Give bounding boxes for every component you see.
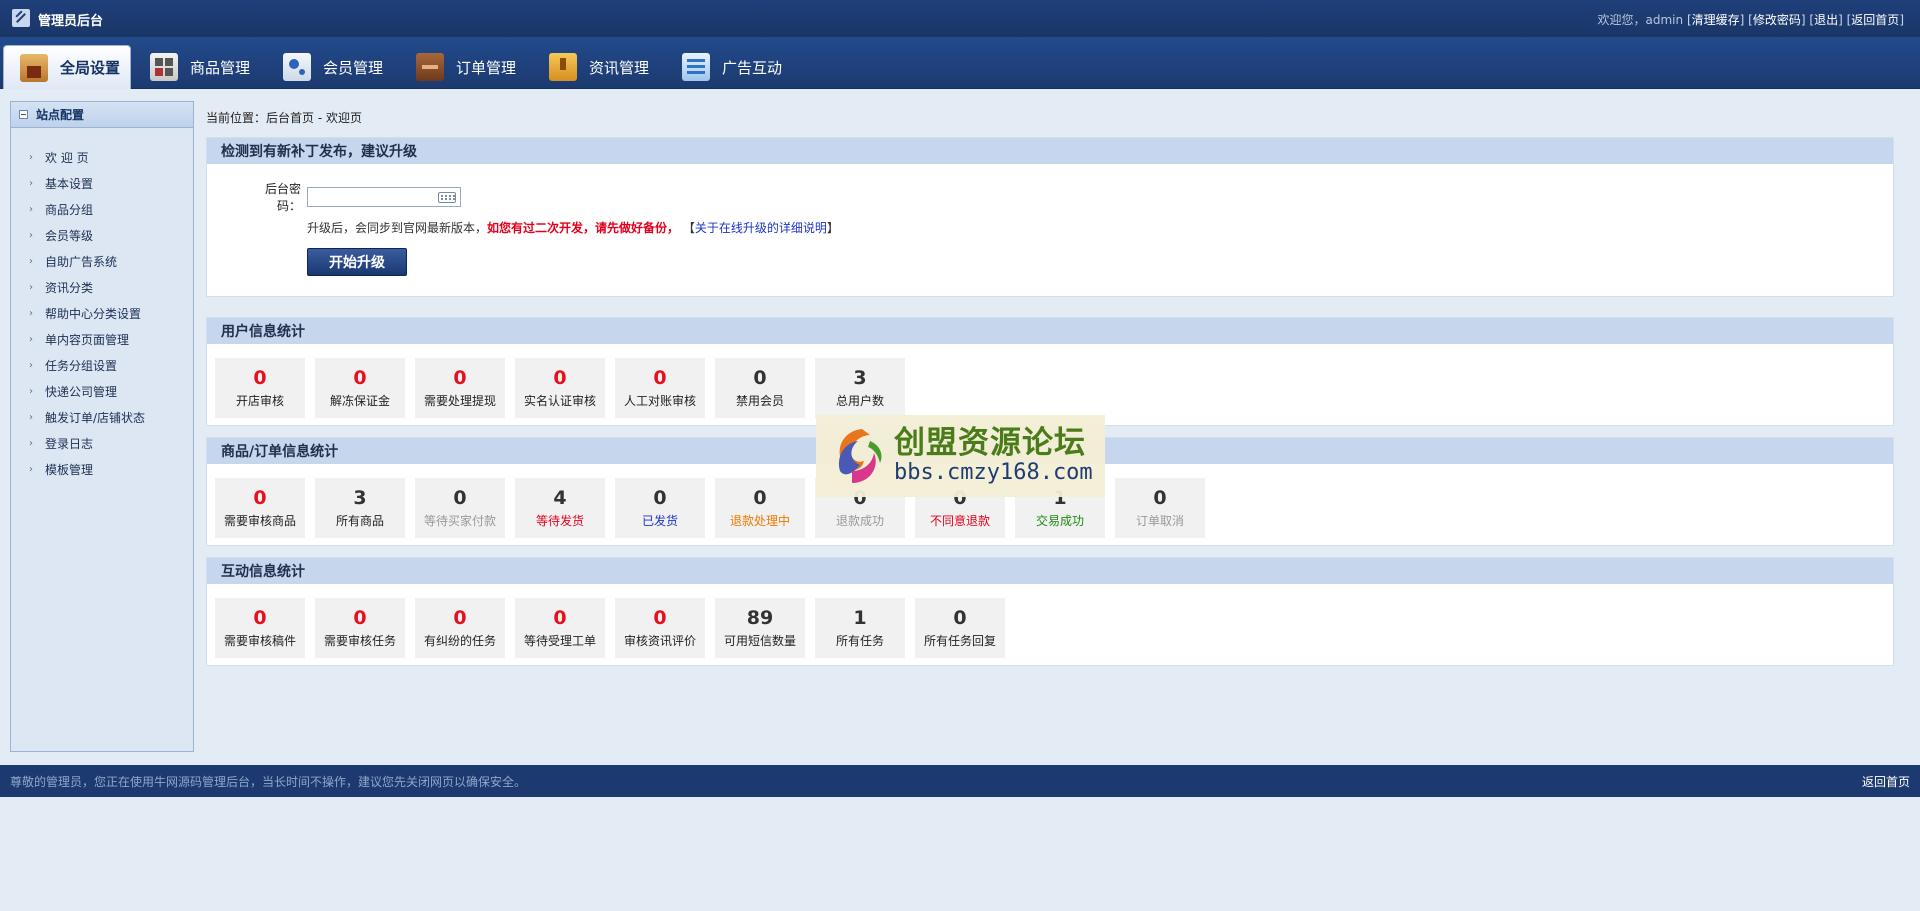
sidebar-item-welcome[interactable]: › 欢 迎 页 [29,144,193,170]
chevron-right-icon: › [29,333,33,345]
top-bar: 管理员后台 欢迎您，admin [清理缓存] [修改密码] [退出] [返回首页… [0,0,1920,37]
stat-card[interactable]: 1 所有任务 [815,598,905,658]
forum-watermark: 创盟资源论坛 bbs.cmzy168.com [816,415,1105,497]
stat-card[interactable]: 0 有纠纷的任务 [415,598,505,658]
password-row: 后台密码： [245,180,461,214]
upgrade-note: 升级后，会同步到官网最新版本，如您有过二次开发，请先做好备份， 【关于在线升级的… [307,221,839,235]
chevron-right-icon: › [29,229,33,241]
upgrade-panel-title: 检测到有新补丁发布，建议升级 [207,138,1893,164]
tab-global-settings[interactable]: 全局设置 [3,45,131,89]
stat-card[interactable]: 4 等待发货 [515,478,605,538]
chevron-right-icon: › [29,177,33,189]
chevron-right-icon: › [29,463,33,475]
collapse-icon[interactable] [19,110,28,119]
welcome-text: 欢迎您，admin [1597,13,1684,27]
stat-card[interactable]: 0 订单取消 [1115,478,1205,538]
sidebar-title: 站点配置 [36,108,85,122]
sidebar-item-login-log[interactable]: › 登录日志 [29,430,193,456]
clear-cache-link[interactable]: 清理缓存 [1692,13,1740,27]
user-stats-title: 用户信息统计 [207,318,1893,344]
stat-card[interactable]: 0 已发货 [615,478,705,538]
sidebar-item-trigger-status[interactable]: › 触发订单/店铺状态 [29,404,193,430]
footer-home-link[interactable]: 返回首页 [1862,773,1910,790]
sidebar-item-courier-companies[interactable]: › 快递公司管理 [29,378,193,404]
user-links: 欢迎您，admin [清理缓存] [修改密码] [退出] [返回首页] [1597,13,1904,27]
sidebar-item-news-categories[interactable]: › 资讯分类 [29,274,193,300]
stat-card[interactable]: 0 禁用会员 [715,358,805,418]
chevron-right-icon: › [29,385,33,397]
stat-card[interactable]: 0 等待受理工单 [515,598,605,658]
user-stats-panel: 用户信息统计 0 开店审核 0 解冻保证金 0 需要处理提现 0 实名认证审核 0 人工对… [206,317,1894,426]
wallet-icon [416,53,444,81]
sidebar-header[interactable]: 站点配置 [11,102,193,128]
footer: 尊敬的管理员，您正在使用牛网源码管理后台，当长时间不操作，建议您先关闭网页以确保… [0,765,1920,797]
stat-card[interactable]: 0 需要处理提现 [415,358,505,418]
window-icon [682,53,710,81]
password-label: 后台密码： [264,182,301,213]
sidebar-item-member-levels[interactable]: › 会员等级 [29,222,193,248]
stat-card[interactable]: 0 需要审核任务 [315,598,405,658]
chevron-right-icon: › [29,255,33,267]
footer-notice: 尊敬的管理员，您正在使用牛网源码管理后台，当长时间不操作，建议您先关闭网页以确保… [10,774,527,789]
sidebar-item-self-ads[interactable]: › 自助广告系统 [29,248,193,274]
tab-order-management[interactable]: 订单管理 [416,45,516,89]
stat-card[interactable]: 0 退款处理中 [715,478,805,538]
sidebar-item-templates[interactable]: › 模板管理 [29,456,193,482]
stat-card[interactable]: 0 审核资讯评价 [615,598,705,658]
stat-card[interactable]: 0 所有任务回复 [915,598,1005,658]
back-home-link[interactable]: 返回首页 [1851,13,1899,27]
chevron-right-icon: › [29,359,33,371]
upgrade-details-link[interactable]: 关于在线升级的详细说明 [695,221,827,235]
folder-icon [549,53,577,81]
user-stats-list: 0 开店审核 0 解冻保证金 0 需要处理提现 0 实名认证审核 0 人工对账审核 0 禁用… [215,358,905,418]
watermark-logo-icon [838,429,882,483]
stat-card[interactable]: 0 需要审核稿件 [215,598,305,658]
stat-card[interactable]: 89 可用短信数量 [715,598,805,658]
chevron-right-icon: › [29,281,33,293]
backup-warning: 如您有过二次开发，请先做好备份， [487,221,680,235]
grid-icon [150,53,178,81]
member-card-icon [283,53,311,81]
tab-news-management[interactable]: 资讯管理 [549,45,649,89]
app-title: 管理员后台 [38,14,104,29]
tab-member-management[interactable]: 会员管理 [283,45,383,89]
logout-link[interactable]: 退出 [1814,13,1838,27]
sidebar: 站点配置 › 欢 迎 页 › 基本设置 › 商品分组 › 会员等级 › 自助广告系统 › 资… [10,101,194,752]
change-password-link[interactable]: 修改密码 [1753,13,1801,27]
start-upgrade-button[interactable]: 开始升级 [307,248,407,276]
admin-logo-icon [12,9,30,27]
main-nav: 全局设置 商品管理 会员管理 订单管理 资讯管理 广告互动 [0,37,1920,89]
sidebar-item-basic-settings[interactable]: › 基本设置 [29,170,193,196]
upgrade-panel: 检测到有新补丁发布，建议升级 后台密码： 升级后，会同步到官网最新版本，如您有过… [206,137,1894,297]
keyboard-icon[interactable] [438,192,456,203]
tab-ad-interaction[interactable]: 广告互动 [682,45,782,89]
sidebar-item-goods-groups[interactable]: › 商品分组 [29,196,193,222]
interaction-stats-panel: 互动信息统计 0 需要审核稿件 0 需要审核任务 0 有纠纷的任务 0 等待受理工单 0… [206,557,1894,666]
stat-card[interactable]: 0 开店审核 [215,358,305,418]
watermark-url: bbs.cmzy168.com [894,460,1093,485]
sidebar-item-single-pages[interactable]: › 单内容页面管理 [29,326,193,352]
breadcrumb: 当前位置：后台首页 - 欢迎页 [206,111,362,125]
interact-stats-title: 互动信息统计 [207,558,1893,584]
stat-card[interactable]: 0 解冻保证金 [315,358,405,418]
chevron-right-icon: › [29,437,33,449]
stat-card[interactable]: 0 人工对账审核 [615,358,705,418]
chevron-right-icon: › [29,203,33,215]
stat-card[interactable]: 3 总用户数 [815,358,905,418]
stat-card[interactable]: 0 等待买家付款 [415,478,505,538]
chevron-right-icon: › [29,411,33,423]
sidebar-item-help-categories[interactable]: › 帮助中心分类设置 [29,300,193,326]
admin-password-input[interactable] [307,187,461,207]
watermark-title: 创盟资源论坛 [894,425,1086,461]
stat-card[interactable]: 0 需要审核商品 [215,478,305,538]
stat-card[interactable]: 3 所有商品 [315,478,405,538]
interact-stats-list: 0 需要审核稿件 0 需要审核任务 0 有纠纷的任务 0 等待受理工单 0 审核资讯评价 … [215,598,1005,658]
sidebar-menu: › 欢 迎 页 › 基本设置 › 商品分组 › 会员等级 › 自助广告系统 › 资讯分类 ›… [11,128,193,482]
chevron-right-icon: › [29,151,33,163]
sidebar-item-task-groups[interactable]: › 任务分组设置 [29,352,193,378]
tab-goods-management[interactable]: 商品管理 [150,45,250,89]
chevron-right-icon: › [29,307,33,319]
stat-card[interactable]: 0 实名认证审核 [515,358,605,418]
settings-box-icon [20,53,48,82]
